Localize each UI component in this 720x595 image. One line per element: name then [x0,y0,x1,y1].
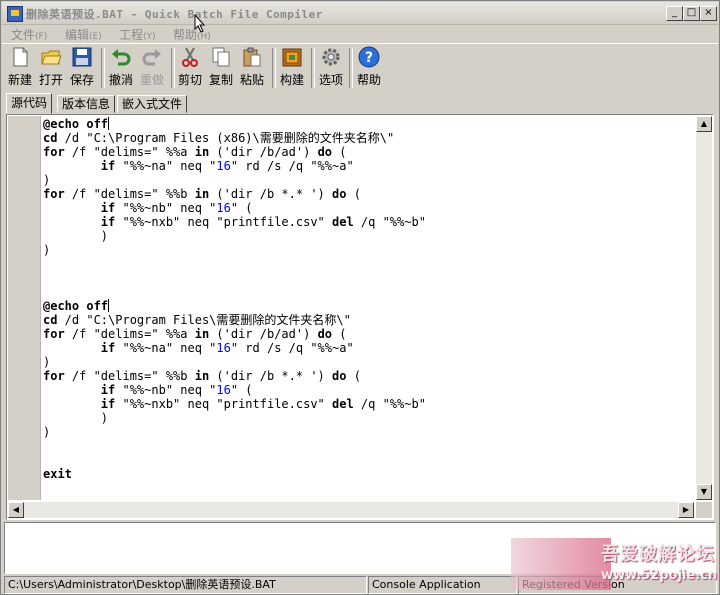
watermark-redaction [511,538,611,590]
menu-edit-accel: (E) [89,32,102,42]
paste-button[interactable]: 粘贴 [237,46,267,90]
code-line: ) [43,425,51,439]
tab-embedded-files[interactable]: 嵌入式文件 [117,95,188,113]
help-question-icon: ? [358,46,380,68]
menu-edit-label: 编辑 [65,28,90,42]
menu-bar: 文件(F) 编辑(E) 工程(Y) 帮助(H) [2,24,718,42]
code-line: if "%%~nxb" neq "printfile.csv" del /q "… [100,215,426,229]
code-line: ) [43,243,51,257]
menu-file-accel: (F) [35,32,48,42]
scroll-left-icon[interactable]: ◀ [8,502,24,518]
horizontal-scrollbar[interactable]: ◀ ▶ [8,502,694,518]
options-button[interactable]: 选项 [316,46,346,90]
help-button[interactable]: ? 帮助 [354,46,384,90]
app-icon[interactable] [7,6,23,22]
copy-icon [210,46,232,68]
status-file-path: C:\Users\Administrator\Desktop\删除英语预设.BA… [4,576,367,594]
help-label: 帮助 [356,73,381,87]
code-line: exit [43,467,72,481]
menu-help-accel: (H) [197,32,211,42]
build-button[interactable]: 构建 [277,46,307,90]
vertical-scrollbar[interactable]: ▲ ▼ [696,116,712,500]
watermark-text: 吾爱破解论坛 [601,544,715,565]
options-label: 选项 [318,73,343,87]
minimize-button[interactable]: _ [666,6,683,21]
code-line: for /f "delims=" %%a in ('dir /b/ad') do… [43,145,347,159]
menu-file[interactable]: 文件(F) [11,26,47,43]
floppy-disk-icon [71,46,93,68]
save-label: 保存 [69,73,94,87]
svg-text:?: ? [365,50,373,66]
menu-project[interactable]: 工程(Y) [119,26,156,43]
build-box-icon [281,46,303,68]
toolbar: 新建 打开 保存 撤消 重做 剪切 复制 粘贴 构建 选项 ? 帮助 [2,43,718,92]
open-folder-icon [40,46,62,68]
code-line: @echo off [43,299,110,313]
paste-clipboard-icon [241,46,263,68]
code-line: for /f "delims=" %%b in ('dir /b *.* ') … [43,187,361,201]
tab-bar: 源代码 版本信息 嵌入式文件 [5,93,715,114]
scroll-down-icon[interactable]: ▼ [696,484,712,500]
app-window: 删除英语预设.BAT - Quick Batch File Compiler _… [0,0,720,595]
maximize-button[interactable]: □ [683,6,700,21]
close-button[interactable]: × [700,6,717,21]
status-app-type: Console Application [368,576,517,594]
scrollbar-corner [696,502,712,518]
editor-gutter [8,116,41,500]
build-label: 构建 [279,73,304,87]
paste-label: 粘贴 [239,73,264,87]
menu-file-label: 文件 [11,28,36,42]
redo-label: 重做 [139,73,164,87]
code-area[interactable]: @echo off cd /d "C:\Program Files (x86)\需… [43,117,693,501]
window-title: 删除英语预设.BAT - Quick Batch File Compiler [26,8,323,21]
watermark-url: www.52pojie.cn [601,568,718,583]
menu-project-accel: (Y) [143,32,156,42]
code-line: if "%%~nxb" neq "printfile.csv" del /q "… [100,397,426,411]
code-line: if "%%~nb" neq "16" ( [100,383,253,397]
code-line: if "%%~na" neq "16" rd /s /q "%%~a" [100,341,354,355]
undo-arrow-icon [110,46,132,68]
mouse-cursor-icon [194,14,206,33]
code-line: @echo off [43,117,110,131]
code-editor[interactable]: @echo off cd /d "C:\Program Files (x86)\需… [6,114,714,520]
code-line: ) [43,355,51,369]
code-line: cd /d "C:\Program Files\需要删除的文件夹名称\" [43,313,351,327]
code-line: ) [43,229,109,243]
code-line: ) [43,173,51,187]
save-button[interactable]: 保存 [67,46,97,90]
code-line: ) [43,411,109,425]
gear-icon [320,46,342,68]
scroll-right-icon[interactable]: ▶ [678,502,694,518]
code-line: for /f "delims=" %%a in ('dir /b/ad') do… [43,327,347,341]
redo-button[interactable]: 重做 [137,46,167,90]
title-bar[interactable]: 删除英语预设.BAT - Quick Batch File Compiler _… [2,2,718,25]
tab-version-info[interactable]: 版本信息 [57,95,116,113]
code-line: if "%%~na" neq "16" rd /s /q "%%~a" [100,159,354,173]
scissors-icon [179,46,201,68]
tab-source-code[interactable]: 源代码 [6,93,53,114]
code-line: cd /d "C:\Program Files (x86)\需要删除的文件夹名称… [43,131,395,145]
redo-arrow-icon [141,46,163,68]
scroll-up-icon[interactable]: ▲ [696,116,712,132]
menu-project-label: 工程 [119,28,144,42]
menu-edit[interactable]: 编辑(E) [65,26,102,43]
new-file-icon [9,46,31,68]
code-line: for /f "delims=" %%b in ('dir /b *.* ') … [43,369,361,383]
watermark: 吾爱破解论坛 www.52pojie.cn [511,538,718,590]
code-line: if "%%~nb" neq "16" ( [100,201,253,215]
